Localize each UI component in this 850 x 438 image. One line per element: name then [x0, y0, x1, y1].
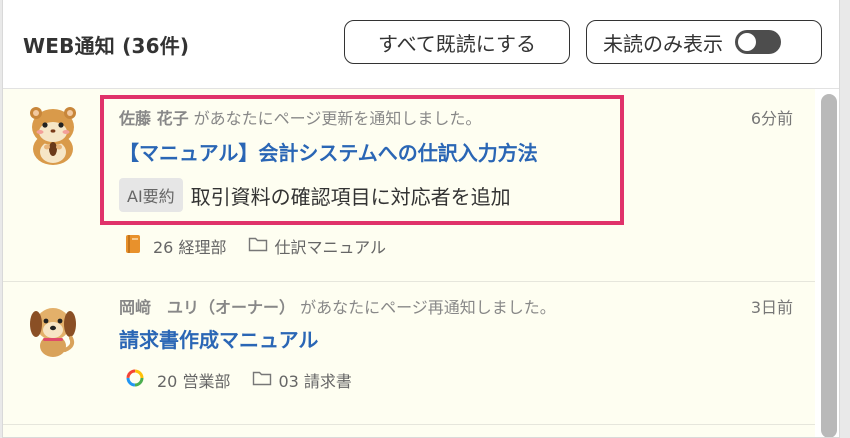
notification-panel: WEB通知 (36件) すべて既読にする 未読のみ表示 佐藤 花子 があなたにペ…: [2, 0, 840, 438]
highlight-box: [100, 95, 624, 225]
notification-item[interactable]: 佐藤 花子 があなたにページ更新を通知しました。 6分前 【マニュアル】会計シス…: [3, 89, 815, 282]
notification-list: 佐藤 花子 があなたにページ更新を通知しました。 6分前 【マニュアル】会計シス…: [3, 89, 815, 437]
unread-only-label: 未読のみ表示: [603, 31, 723, 56]
notification-meta: 20 営業部 03 請求書: [125, 368, 352, 392]
book-icon: [125, 234, 141, 258]
unread-only-toggle-button[interactable]: 未読のみ表示: [586, 20, 822, 64]
space-label[interactable]: 26 経理部: [153, 234, 226, 258]
notification-meta: 26 経理部 仕訳マニュアル: [125, 234, 386, 258]
hamster-avatar: [23, 105, 83, 165]
notification-time: 6分前: [750, 109, 793, 128]
ring-icon: [125, 368, 145, 392]
folder-icon: [248, 236, 268, 256]
panel-header: WEB通知 (36件) すべて既読にする 未読のみ表示: [3, 0, 839, 89]
notification-item[interactable]: [3, 425, 815, 437]
page-title-link[interactable]: 請求書作成マニュアル: [119, 324, 318, 353]
mark-all-read-label: すべて既読にする: [378, 31, 536, 56]
unread-only-toggle[interactable]: [735, 30, 781, 54]
notification-actor-line: 岡﨑 ユリ（オーナー） があなたにページ再通知しました。: [119, 294, 556, 318]
folder-label[interactable]: 仕訳マニュアル: [274, 234, 386, 258]
toggle-knob: [738, 33, 756, 51]
actor-name: 岡﨑 ユリ（オーナー）: [119, 298, 296, 317]
notification-time: 3日前: [750, 298, 793, 317]
folder-label[interactable]: 03 請求書: [278, 368, 351, 392]
folder-icon: [252, 370, 272, 390]
space-label[interactable]: 20 営業部: [157, 368, 230, 392]
notification-message: があなたにページ再通知しました。: [300, 298, 556, 317]
panel-title: WEB通知 (36件): [23, 34, 190, 58]
mark-all-read-button[interactable]: すべて既読にする: [344, 20, 570, 64]
notification-item[interactable]: 岡﨑 ユリ（オーナー） があなたにページ再通知しました。 3日前 請求書作成マニ…: [3, 282, 815, 425]
scrollbar-thumb[interactable]: [821, 94, 837, 437]
dog-avatar: [23, 298, 83, 358]
